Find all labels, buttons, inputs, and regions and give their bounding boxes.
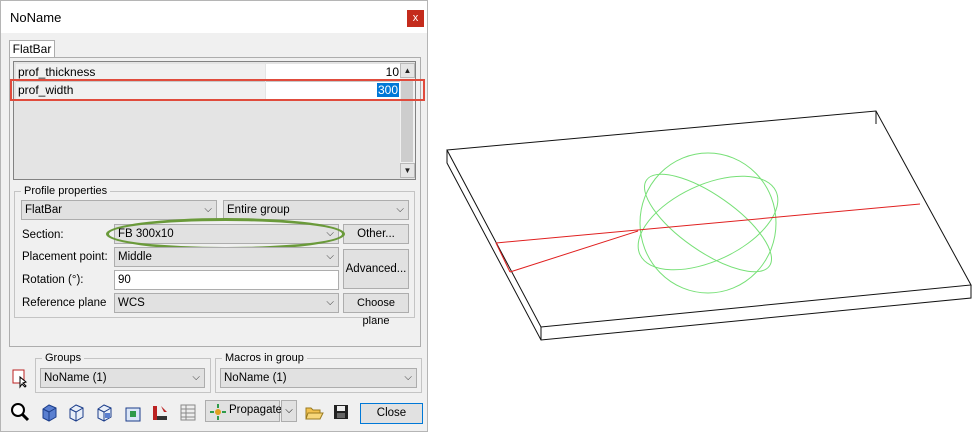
modify-profile-icon <box>153 406 167 420</box>
select-cursor-icon <box>12 369 28 389</box>
window-title: NoName <box>10 10 62 25</box>
floppy-disk-icon <box>334 405 348 419</box>
groups-select[interactable]: NoName (1) ⌵ <box>40 368 205 388</box>
propagate-icon <box>210 404 226 420</box>
other-button[interactable]: Other... <box>343 224 409 244</box>
macros-select[interactable]: NoName (1) ⌵ <box>220 368 417 388</box>
chevron-down-icon: ⌵ <box>326 251 334 262</box>
cube-select-icon <box>97 404 112 422</box>
reference-plane-value: WCS <box>118 297 145 309</box>
chevron-down-icon: ⌵ <box>396 204 404 215</box>
groups-value: NoName (1) <box>44 372 107 384</box>
close-button[interactable]: Close <box>360 403 423 424</box>
table-icon <box>180 404 196 421</box>
title-bar: NoName x <box>1 1 427 33</box>
profile-type-value: FlatBar <box>25 204 63 216</box>
open-button[interactable] <box>303 401 325 423</box>
chevron-down-icon: ⌵ <box>192 372 200 383</box>
profile-axis <box>495 203 921 273</box>
reference-plane-label: Reference plane <box>22 297 107 309</box>
cube-tool-button-3[interactable] <box>93 401 115 423</box>
placement-value: Middle <box>118 251 152 263</box>
scope-value: Entire group <box>227 204 290 216</box>
propagate-label: Propagate <box>229 404 283 416</box>
profile-properties-label: Profile properties <box>21 185 111 197</box>
profile-dialog: NoName x FlatBar prof_thickness 10 prof_… <box>0 0 428 432</box>
scope-select[interactable]: Entire group ⌵ <box>223 200 409 220</box>
advanced-button[interactable]: Advanced... <box>343 249 409 289</box>
cube-outline-icon <box>69 404 84 422</box>
tab-flatbar[interactable]: FlatBar <box>9 40 55 58</box>
report-button[interactable] <box>177 401 199 423</box>
close-window-button[interactable]: x <box>407 10 424 27</box>
scroll-up-icon[interactable]: ▲ <box>400 63 415 78</box>
save-button[interactable] <box>330 401 352 423</box>
placement-label: Placement point: <box>22 251 108 263</box>
propagate-dropdown-button[interactable]: ⌵ <box>281 400 297 422</box>
rotation-label: Rotation (°): <box>22 274 84 286</box>
propagate-button[interactable]: Propagate <box>205 400 283 422</box>
select-tool-button[interactable] <box>9 367 31 389</box>
macros-label: Macros in group <box>222 352 307 364</box>
chevron-down-icon: ⌵ <box>404 372 412 383</box>
modify-tool-button[interactable] <box>149 401 171 423</box>
scroll-down-icon[interactable]: ▼ <box>400 163 415 178</box>
chevron-down-icon: ⌵ <box>204 204 212 215</box>
macros-value: NoName (1) <box>224 372 287 384</box>
cube-icon <box>42 404 57 422</box>
reference-plane-select[interactable]: WCS ⌵ <box>114 293 339 313</box>
placement-select[interactable]: Middle ⌵ <box>114 247 339 267</box>
chevron-down-icon: ⌵ <box>326 297 334 308</box>
choose-plane-button[interactable]: Choose plane <box>343 293 409 327</box>
rotation-value: 90 <box>118 274 131 286</box>
select-object-icon <box>125 407 141 422</box>
zoom-inspect-icon <box>11 403 30 422</box>
section-label: Section: <box>22 229 64 241</box>
inquire-button[interactable] <box>9 401 31 423</box>
highlight-tool-button[interactable] <box>122 401 144 423</box>
profile-type-select[interactable]: FlatBar ⌵ <box>21 200 217 220</box>
model-view <box>446 110 972 341</box>
highlight-annotation <box>10 79 425 101</box>
cube-tool-button-1[interactable] <box>38 401 60 423</box>
folder-open-icon <box>305 407 324 420</box>
groups-label: Groups <box>42 352 85 364</box>
cube-tool-button-2[interactable] <box>65 401 87 423</box>
section-highlight-annotation <box>106 218 345 250</box>
flat-plate-wireframe <box>446 110 972 341</box>
rotation-input[interactable]: 90 <box>114 270 339 290</box>
